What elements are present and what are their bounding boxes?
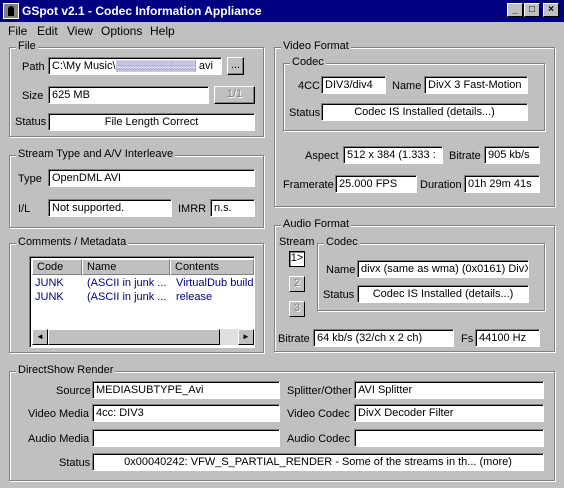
- il-field: Not supported.: [48, 199, 172, 217]
- scroll-thumb[interactable]: [48, 329, 220, 345]
- video-media-field: 4cc: DIV3: [92, 404, 280, 422]
- video-codec-field: DivX Decoder Filter: [354, 404, 544, 422]
- fs-field: 44100 Hz: [475, 329, 540, 347]
- audio-codec-field: [354, 429, 544, 447]
- comments-group-label: Comments / Metadata: [16, 236, 129, 248]
- source-label: Source: [56, 385, 91, 397]
- video-codec-status[interactable]: Codec IS Installed (details...): [321, 103, 528, 121]
- scroll-right-icon[interactable]: ►: [238, 329, 254, 345]
- file-group-label: File: [16, 40, 38, 52]
- metadata-list[interactable]: Code Name Contents JUNK (ASCII in junk .…: [29, 256, 255, 348]
- audio-codec-status[interactable]: Codec IS Installed (details...): [357, 285, 529, 303]
- video-bitrate-label: Bitrate: [449, 150, 481, 162]
- title-bar: GSpot v2.1 - Codec Information Appliance…: [0, 0, 564, 22]
- size-field: 625 MB: [48, 86, 209, 104]
- window-title: GSpot v2.1 - Codec Information Appliance: [22, 4, 262, 18]
- stream-type-group-label: Stream Type and A/V Interleave: [16, 148, 176, 160]
- close-button[interactable]: ×: [543, 3, 559, 17]
- menu-help[interactable]: Help: [150, 24, 175, 38]
- audio-media-label: Audio Media: [28, 433, 90, 445]
- audio-media-field: [92, 429, 280, 447]
- horizontal-scrollbar[interactable]: ◄ ►: [32, 329, 254, 345]
- fs-label: Fs: [461, 333, 474, 345]
- audio-codec-group-label: Codec: [324, 236, 360, 248]
- menu-file[interactable]: File: [8, 24, 27, 38]
- row2-contents[interactable]: release: [176, 291, 254, 303]
- status-label: Status: [15, 116, 47, 128]
- fourcc-field: DIV3/div4: [321, 76, 386, 94]
- maximize-button[interactable]: □: [524, 3, 540, 17]
- menu-options[interactable]: Options: [101, 24, 142, 38]
- browse-button[interactable]: ...: [227, 57, 244, 75]
- path-field[interactable]: C:\My Music\▓▓▓▓▓▓▓▓▓▓ avi: [48, 57, 222, 75]
- row1-name[interactable]: (ASCII in junk ...: [87, 277, 169, 289]
- directshow-group-label: DirectShow Render: [16, 364, 116, 376]
- column-header-name[interactable]: Name: [82, 259, 170, 275]
- video-bitrate-field: 905 kb/s: [484, 146, 540, 164]
- row1-contents[interactable]: VirtualDub build: [176, 277, 254, 289]
- file-status-field: File Length Correct: [48, 113, 255, 131]
- source-field: MEDIASUBTYPE_Avi: [92, 381, 280, 399]
- row2-name[interactable]: (ASCII in junk ...: [87, 291, 169, 303]
- video-codec-group-label: Codec: [290, 56, 326, 68]
- path-suffix: avi: [195, 60, 213, 72]
- row2-code[interactable]: JUNK: [35, 291, 81, 303]
- audio-name-field: divx (same as wma) (0x0161) DivX: [357, 260, 529, 278]
- video-format-group-label: Video Format: [281, 40, 351, 52]
- audio-stream-1-button[interactable]: 1>: [289, 251, 305, 267]
- column-header-code[interactable]: Code: [32, 259, 82, 275]
- type-field: OpenDML AVI: [48, 169, 255, 187]
- imrr-field: n.s.: [210, 199, 255, 217]
- audio-status-label: Status: [323, 289, 355, 301]
- render-status-label: Status: [59, 457, 91, 469]
- audio-stream-2-button[interactable]: 2: [289, 276, 305, 292]
- fourcc-label: 4CC: [298, 80, 321, 92]
- video-codec-label: Video Codec: [287, 408, 350, 420]
- scroll-left-icon[interactable]: ◄: [32, 329, 48, 345]
- duration-label: Duration: [420, 179, 462, 191]
- app-icon[interactable]: [3, 3, 19, 19]
- audio-name-label: Name: [326, 264, 356, 276]
- splitter-field: AVI Splitter: [354, 381, 544, 399]
- video-status-label: Status: [289, 107, 321, 119]
- audio-bitrate-label: Bitrate: [278, 333, 310, 345]
- stream-type-group: Stream Type and A/V Interleave: [9, 148, 264, 228]
- type-label: Type: [18, 173, 42, 185]
- video-name-field: DivX 3 Fast-Motion: [424, 76, 528, 94]
- audio-stream-3-button[interactable]: 3: [289, 301, 305, 317]
- aspect-field: 512 x 384 (1.333 :: [343, 146, 443, 164]
- audio-format-group-label: Audio Format: [281, 218, 352, 230]
- imrr-label: IMRR: [178, 203, 207, 215]
- duration-field: 01h 29m 41s: [464, 175, 540, 193]
- framerate-field: 25.000 FPS: [335, 175, 417, 193]
- size-label: Size: [22, 90, 44, 102]
- page-indicator: 1/1: [214, 86, 255, 104]
- path-redacted: ▓▓▓▓▓▓▓▓▓▓: [115, 60, 196, 72]
- video-media-label: Video Media: [28, 408, 89, 420]
- path-prefix: C:\My Music\: [52, 60, 116, 72]
- framerate-label: Framerate: [283, 179, 334, 191]
- minimize-button[interactable]: _: [507, 3, 523, 17]
- menu-view[interactable]: View: [67, 24, 93, 38]
- render-status-field[interactable]: 0x00040242: VFW_S_PARTIAL_RENDER - Some …: [92, 453, 544, 471]
- il-label: I/L: [18, 203, 31, 215]
- aspect-label: Aspect: [305, 150, 339, 162]
- audio-stream-label: Stream: [279, 236, 315, 248]
- row1-code[interactable]: JUNK: [35, 277, 81, 289]
- audio-codec-label: Audio Codec: [287, 433, 350, 445]
- splitter-label: Splitter/Other: [287, 385, 352, 397]
- path-label: Path: [22, 61, 45, 73]
- column-header-contents[interactable]: Contents: [170, 259, 254, 275]
- menu-edit[interactable]: Edit: [37, 24, 58, 38]
- menu-bar: File Edit View Options Help: [0, 22, 564, 40]
- video-name-label: Name: [392, 80, 422, 92]
- audio-bitrate-field: 64 kb/s (32/ch x 2 ch): [313, 329, 454, 347]
